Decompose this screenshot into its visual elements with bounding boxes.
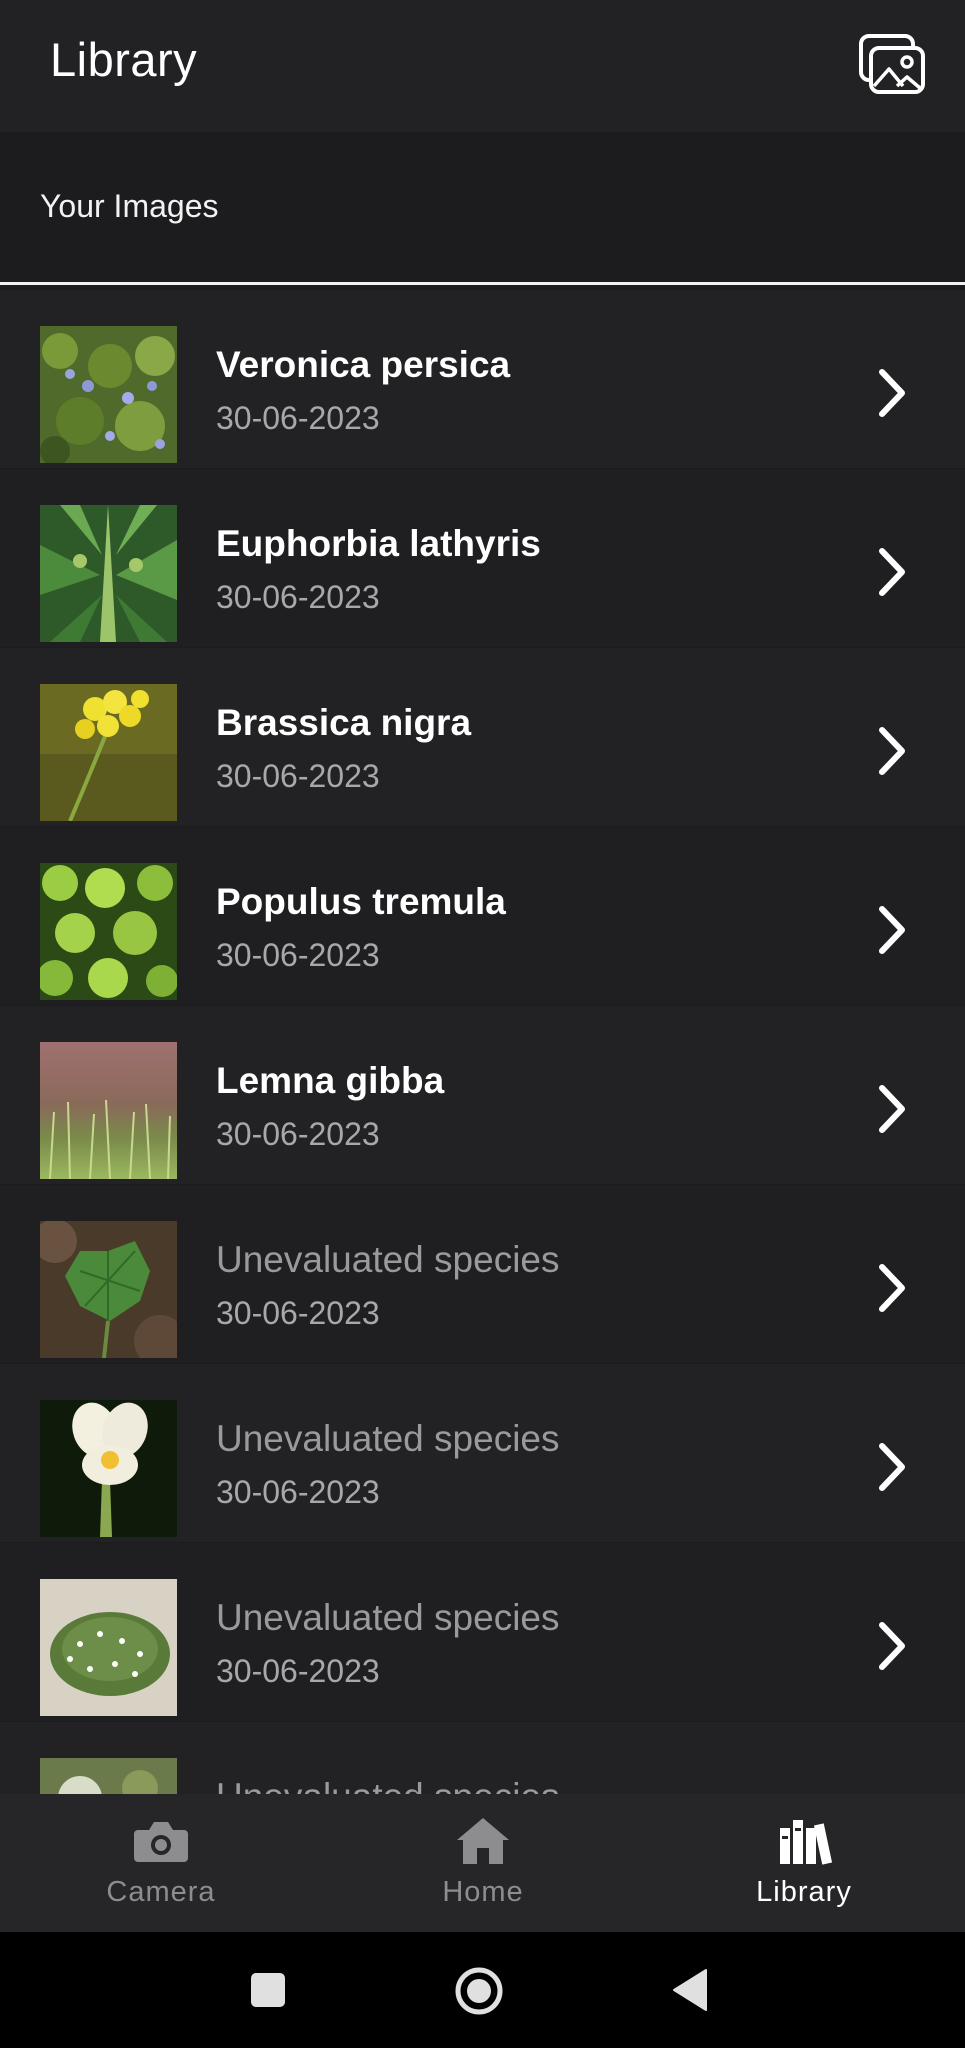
chevron-right-icon xyxy=(872,1440,912,1494)
app-bar: Library xyxy=(0,0,965,132)
capture-date: 30-06-2023 xyxy=(216,758,380,794)
camera-icon xyxy=(131,1816,191,1866)
plant-thumbnail xyxy=(40,1400,177,1537)
list-item[interactable]: Unevaluated species xyxy=(0,1722,965,1794)
gallery-icon[interactable] xyxy=(857,32,927,96)
library-icon xyxy=(774,1816,834,1866)
capture-date: 30-06-2023 xyxy=(216,400,380,436)
capture-date: 30-06-2023 xyxy=(216,1474,380,1510)
chevron-right-icon xyxy=(872,1261,912,1315)
plant-thumbnail xyxy=(40,1579,177,1716)
list-item[interactable]: Euphorbia lathyris 30-06-2023 xyxy=(0,469,965,647)
home-circle-icon[interactable] xyxy=(454,1966,504,2016)
list-item[interactable]: Brassica nigra 30-06-2023 xyxy=(0,648,965,826)
species-name: Unevaluated species xyxy=(216,1418,560,1459)
chevron-right-icon xyxy=(872,1619,912,1673)
recents-icon[interactable] xyxy=(250,1972,286,2008)
plant-thumbnail xyxy=(40,1758,177,1794)
species-name: Brassica nigra xyxy=(216,702,472,743)
list-item[interactable]: Lemna gibba 30-06-2023 xyxy=(0,1006,965,1184)
plant-thumbnail xyxy=(40,1221,177,1358)
back-icon[interactable] xyxy=(670,1968,710,2012)
capture-date: 30-06-2023 xyxy=(216,1116,380,1152)
nav-camera-label: Camera xyxy=(106,1876,216,1908)
capture-date: 30-06-2023 xyxy=(216,1653,380,1689)
species-name: Populus tremula xyxy=(216,881,506,922)
capture-date: 30-06-2023 xyxy=(216,1295,380,1331)
plant-thumbnail xyxy=(40,326,177,463)
plant-thumbnail xyxy=(40,505,177,642)
chevron-right-icon xyxy=(872,724,912,778)
image-list: Veronica persica 30-06-2023 Euphorbia la… xyxy=(0,290,965,1794)
bottom-navigation: Camera Home Library xyxy=(0,1794,965,1932)
plant-thumbnail xyxy=(40,1042,177,1179)
system-navigation-bar xyxy=(0,1932,965,2048)
plant-thumbnail xyxy=(40,863,177,1000)
section-divider xyxy=(0,282,965,285)
species-name: Lemna gibba xyxy=(216,1060,445,1101)
species-name: Unevaluated species xyxy=(216,1239,560,1280)
section-header: Your Images xyxy=(0,132,965,284)
list-item[interactable]: Unevaluated species 30-06-2023 xyxy=(0,1364,965,1542)
chevron-right-icon xyxy=(872,1082,912,1136)
capture-date: 30-06-2023 xyxy=(216,579,380,615)
species-name: Unevaluated species xyxy=(216,1776,560,1794)
list-item[interactable]: Unevaluated species 30-06-2023 xyxy=(0,1543,965,1721)
plant-thumbnail xyxy=(40,684,177,821)
species-name: Veronica persica xyxy=(216,344,511,385)
chevron-right-icon xyxy=(872,366,912,420)
list-item[interactable]: Unevaluated species 30-06-2023 xyxy=(0,1185,965,1363)
capture-date: 30-06-2023 xyxy=(216,937,380,973)
chevron-right-icon xyxy=(872,545,912,599)
species-name: Euphorbia lathyris xyxy=(216,523,541,564)
species-name: Unevaluated species xyxy=(216,1597,560,1638)
nav-library-label: Library xyxy=(756,1876,852,1908)
page-title: Library xyxy=(50,33,198,86)
chevron-right-icon xyxy=(872,903,912,957)
nav-home-label: Home xyxy=(442,1876,524,1908)
list-item[interactable]: Populus tremula 30-06-2023 xyxy=(0,827,965,1005)
nav-home[interactable]: Home xyxy=(322,1794,644,1932)
home-icon xyxy=(453,1816,513,1866)
nav-camera[interactable]: Camera xyxy=(0,1794,322,1932)
list-item[interactable]: Veronica persica 30-06-2023 xyxy=(0,290,965,468)
nav-library[interactable]: Library xyxy=(643,1794,965,1932)
section-title: Your Images xyxy=(40,188,219,224)
